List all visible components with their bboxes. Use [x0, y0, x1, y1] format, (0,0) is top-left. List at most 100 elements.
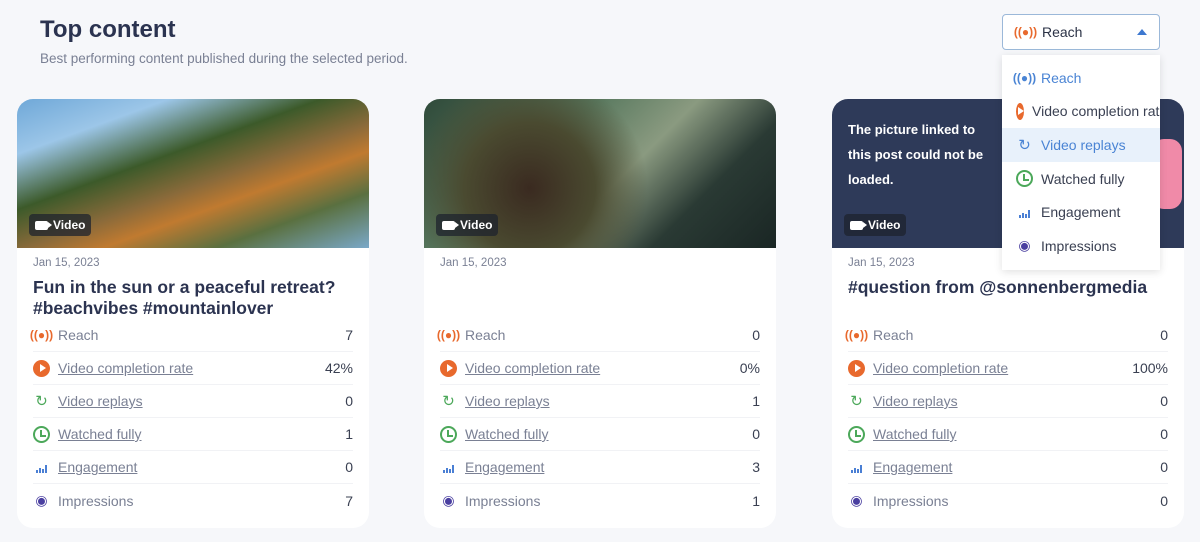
- metric-value: 0: [752, 327, 760, 343]
- clock-icon: [848, 425, 865, 443]
- menu-item[interactable]: ((●)) Reach: [1002, 61, 1160, 95]
- metric-label[interactable]: Video completion rate: [465, 360, 740, 376]
- metric-value: 1: [345, 426, 353, 442]
- metric-row: ((●)) Reach 7: [29, 319, 353, 352]
- metric-value: 0: [752, 426, 760, 442]
- metric-row: ↻ Video replays 0: [848, 385, 1168, 418]
- eye-icon: ◉: [442, 492, 455, 508]
- metric-value: 0: [1160, 492, 1168, 509]
- metric-label: Impressions: [465, 492, 541, 509]
- metric-label: Impressions: [873, 492, 949, 509]
- bar-chart-icon: [440, 459, 457, 476]
- metric-label[interactable]: Video replays: [58, 393, 345, 409]
- metric-row: Engagement 0: [33, 451, 353, 484]
- post-title: #question from @sonnenbergmedia: [848, 277, 1148, 297]
- metric-row: ◉ Impressions 0: [848, 484, 1168, 517]
- metric-row: ◉ Impressions 1: [440, 484, 760, 517]
- metric-row: Watched fully 1: [33, 418, 353, 451]
- metric-row: ↻ Video replays 0: [33, 385, 353, 418]
- metric-value: 0: [345, 393, 353, 409]
- metric-row: ◉ Impressions 7: [33, 484, 353, 517]
- metric-value: 0: [1160, 327, 1168, 343]
- content-card[interactable]: Video Jan 15, 2023 ((●)) Reach 0 Video comp…: [424, 99, 776, 528]
- metric-label[interactable]: Engagement: [465, 459, 752, 475]
- metric-value: 0: [1160, 426, 1168, 442]
- bar-chart-icon: [1016, 204, 1033, 221]
- bar-chart-icon: [848, 459, 865, 476]
- metric-label: Reach: [873, 327, 914, 343]
- post-date: Jan 15, 2023: [33, 257, 100, 269]
- video-camera-icon: [850, 220, 867, 230]
- metric-value: 0: [1160, 459, 1168, 475]
- eye-icon: ◉: [1018, 237, 1031, 254]
- chevron-up-icon: [1137, 29, 1147, 35]
- dropdown-selected-value: Reach: [1042, 24, 1083, 40]
- video-badge: Video: [436, 214, 499, 236]
- metric-label[interactable]: Video completion rate: [873, 360, 1132, 376]
- metric-row: Engagement 0: [848, 451, 1168, 484]
- metric-label[interactable]: Watched fully: [465, 426, 752, 442]
- video-camera-icon: [35, 220, 52, 230]
- metric-value: 42%: [324, 360, 353, 376]
- menu-item[interactable]: Video completion rate: [1002, 95, 1160, 129]
- post-thumbnail[interactable]: Video: [424, 99, 776, 248]
- post-thumbnail[interactable]: Video: [17, 99, 369, 248]
- image-error-message: The picture linked to this post could no…: [848, 122, 984, 187]
- reach-icon: ((●)): [436, 328, 461, 342]
- replay-icon: ↻: [35, 393, 48, 410]
- eye-icon: ◉: [35, 492, 48, 508]
- page-subtitle: Best performing content published during…: [40, 51, 408, 66]
- metric-dropdown[interactable]: ((●)) Reach: [1002, 14, 1160, 50]
- clock-icon: [440, 425, 457, 443]
- metric-row: Watched fully 0: [848, 418, 1168, 451]
- replay-icon: ↻: [1018, 136, 1031, 154]
- bar-chart-icon: [33, 459, 50, 476]
- metric-row: Engagement 3: [440, 451, 760, 484]
- metric-value: 1: [752, 393, 760, 409]
- replay-icon: ↻: [442, 393, 455, 410]
- metric-label[interactable]: Engagement: [873, 459, 1160, 475]
- metric-label[interactable]: Engagement: [58, 459, 345, 475]
- reach-icon: ((●)): [1013, 25, 1038, 39]
- play-icon: [440, 359, 457, 377]
- play-icon: [1016, 102, 1024, 120]
- metric-row: Video completion rate 0%: [440, 352, 760, 385]
- metric-label[interactable]: Video completion rate: [58, 360, 325, 376]
- metric-value: 3: [752, 459, 760, 475]
- content-card[interactable]: Video Jan 15, 2023 Fun in the sun or a p…: [17, 99, 369, 528]
- metric-label[interactable]: Video replays: [465, 393, 752, 409]
- metric-row: Video completion rate 42%: [33, 352, 353, 385]
- metric-label[interactable]: Watched fully: [58, 426, 345, 442]
- metric-value: 0: [1160, 393, 1168, 409]
- clock-icon: [33, 425, 50, 443]
- metric-value: 7: [345, 492, 353, 509]
- reach-icon: ((●)): [844, 328, 869, 342]
- menu-item[interactable]: ◉ Impressions: [1002, 229, 1160, 263]
- clock-icon: [1016, 170, 1033, 188]
- menu-item[interactable]: ↻ Video replays: [1002, 128, 1160, 162]
- play-icon: [33, 359, 50, 377]
- video-badge: Video: [844, 214, 907, 236]
- metric-row: ↻ Video replays 1: [440, 385, 760, 418]
- video-camera-icon: [442, 220, 459, 230]
- post-date: Jan 15, 2023: [440, 257, 507, 269]
- metric-row: ((●)) Reach 0: [844, 319, 1168, 352]
- metric-value: 7: [345, 327, 353, 343]
- reach-icon: ((●)): [29, 328, 54, 342]
- menu-item[interactable]: Engagement: [1002, 195, 1160, 229]
- play-icon: [848, 359, 865, 377]
- metric-dropdown-menu: ((●)) Reach Video completion rate ↻ Video re…: [1002, 55, 1160, 270]
- metric-label[interactable]: Video replays: [873, 393, 1160, 409]
- page-title: Top content: [40, 16, 176, 43]
- metric-value: 0%: [739, 360, 760, 376]
- metric-label: Impressions: [58, 492, 134, 509]
- metric-label: Reach: [58, 327, 99, 343]
- metric-label: Reach: [465, 327, 506, 343]
- metric-row: ((●)) Reach 0: [436, 319, 760, 352]
- metric-row: Watched fully 0: [440, 418, 760, 451]
- metric-row: Video completion rate 100%: [848, 352, 1168, 385]
- replay-icon: ↻: [850, 393, 863, 410]
- reach-icon: ((●)): [1012, 70, 1037, 85]
- metric-label[interactable]: Watched fully: [873, 426, 1160, 442]
- menu-item[interactable]: Watched fully: [1002, 162, 1160, 196]
